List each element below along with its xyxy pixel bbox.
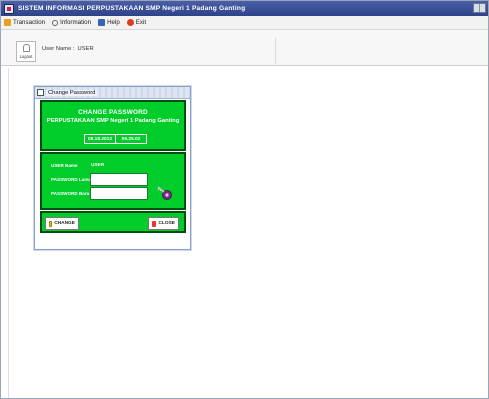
menu-help-label: Help	[107, 19, 120, 26]
app-icon	[4, 3, 14, 14]
user-icon	[22, 44, 30, 52]
key-icon	[157, 186, 172, 200]
header-panel: CHANGE PASSWORD PERPUSTAKAAN SMP Negeri …	[40, 100, 186, 151]
dialog-title: Change Password	[46, 89, 98, 96]
dialog-subheading: PERPUSTAKAAN SMP Negeri 1 Padang Ganting	[46, 118, 180, 124]
datetime-display: 08.18.2012 09.25.02	[84, 134, 147, 144]
date-value: 08.18.2012	[85, 135, 116, 143]
new-password-field[interactable]	[90, 187, 148, 200]
old-password-field[interactable]	[90, 173, 148, 186]
user-name: USER	[77, 46, 94, 52]
menu-bar: Transaction Information Help Exit	[1, 16, 488, 30]
time-value: 09.25.02	[121, 136, 141, 142]
form-panel: USER Name USER PASSWORD Lama PASSWORD Ba…	[40, 152, 186, 210]
application-window: SISTEM INFORMASI PERPUSTAKAAN SMP Negeri…	[0, 0, 489, 399]
menu-exit[interactable]: Exit	[126, 19, 147, 26]
change-password-dialog: Change Password CHANGE PASSWORD PERPUSTA…	[34, 86, 191, 250]
close-button[interactable]: CLOSE	[148, 217, 179, 230]
new-password-label: PASSWORD Baru	[51, 191, 90, 196]
change-button[interactable]: CHANGE	[45, 217, 79, 230]
information-icon	[52, 19, 59, 26]
change-icon	[49, 220, 53, 227]
desktop-divider	[8, 68, 9, 398]
maximize-button[interactable]	[480, 4, 485, 12]
change-button-label: CHANGE	[54, 221, 75, 226]
transaction-icon	[4, 19, 11, 26]
menu-transaction[interactable]: Transaction	[4, 19, 45, 26]
toolbar-divider	[275, 38, 276, 64]
user-name-label: USER Name	[51, 163, 78, 168]
menu-transaction-label: Transaction	[13, 19, 46, 26]
window-controls[interactable]	[473, 3, 486, 13]
close-icon	[152, 220, 157, 227]
help-icon	[98, 19, 106, 26]
toolbar-user-info: User Name : USER	[42, 46, 94, 52]
logout-button[interactable]: Logout	[16, 41, 36, 62]
close-button-label: CLOSE	[158, 221, 175, 226]
window-title: SISTEM INFORMASI PERPUSTAKAAN SMP Negeri…	[18, 5, 246, 12]
menu-help[interactable]: Help	[98, 19, 120, 26]
dialog-heading: CHANGE PASSWORD	[78, 109, 148, 116]
logout-label: Logout	[19, 54, 33, 59]
dialog-icon	[37, 89, 44, 96]
dialog-title-bar[interactable]: Change Password	[35, 87, 190, 99]
menu-information[interactable]: Information	[52, 19, 91, 26]
user-name-value: USER	[91, 163, 105, 168]
menu-information-label: Information	[60, 19, 92, 26]
title-bar: SISTEM INFORMASI PERPUSTAKAAN SMP Negeri…	[1, 1, 488, 16]
exit-icon	[126, 19, 134, 26]
old-password-label: PASSWORD Lama	[51, 177, 91, 182]
user-caption: User Name :	[42, 46, 75, 52]
button-panel: CHANGE CLOSE	[40, 211, 186, 233]
menu-exit-label: Exit	[135, 19, 147, 26]
